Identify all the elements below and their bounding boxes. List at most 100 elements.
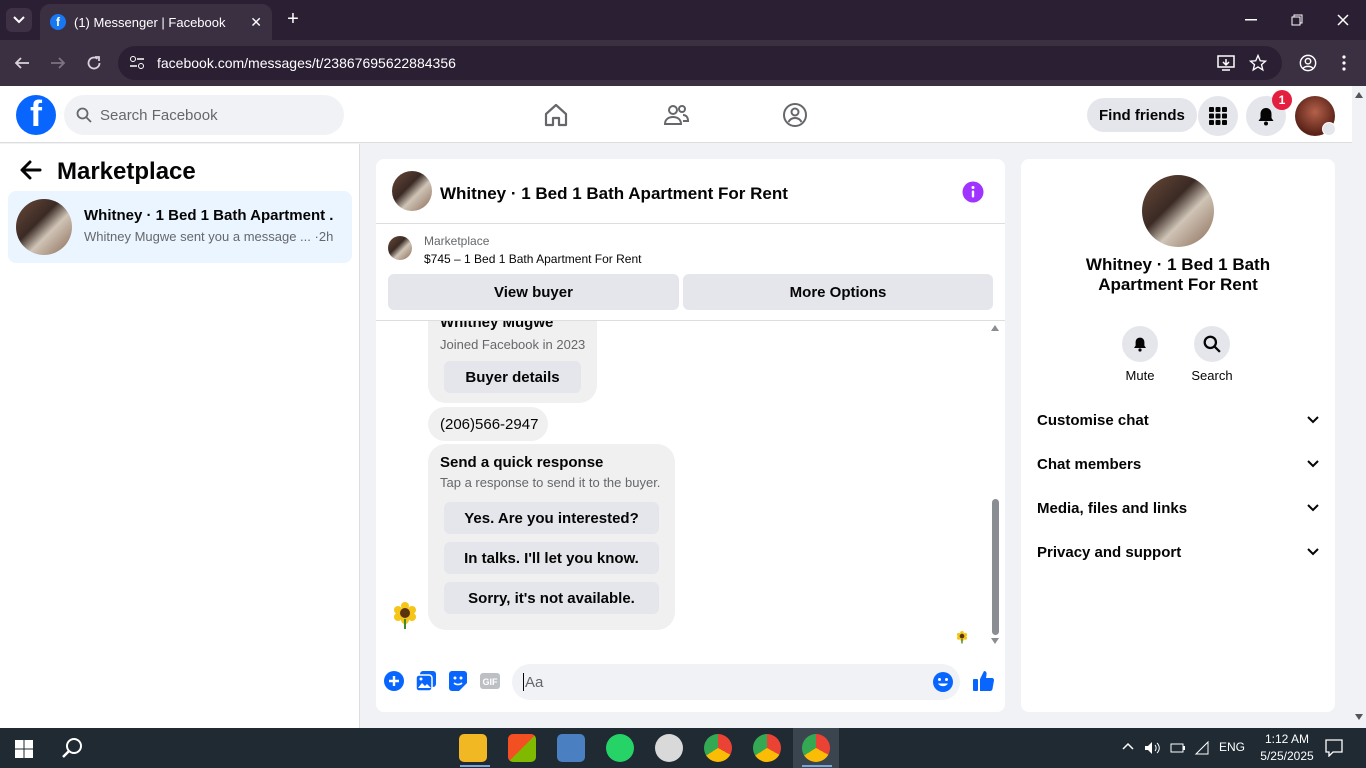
site-info-icon[interactable] (128, 54, 146, 72)
reload-icon (87, 56, 101, 70)
back-button[interactable] (12, 53, 32, 73)
search-label: Search (1191, 368, 1233, 383)
tab-search-dropdown[interactable] (6, 8, 32, 32)
battery-icon[interactable] (1170, 741, 1186, 755)
arrow-left-icon (14, 57, 29, 69)
account-dropdown[interactable] (1322, 122, 1336, 136)
clock-date[interactable]: 5/25/2025 (1256, 749, 1318, 763)
notification-center-icon[interactable] (1325, 739, 1343, 757)
search-icon[interactable] (61, 737, 83, 759)
restore-icon (1291, 14, 1303, 26)
whatsapp-icon[interactable] (606, 734, 634, 762)
app-icon[interactable] (557, 734, 585, 762)
close-window-button[interactable] (1320, 0, 1366, 40)
clock-time[interactable]: 1:12 AM (1256, 732, 1318, 746)
nav-home[interactable] (542, 101, 570, 129)
quick-response-card: Send a quick response Tap a response to … (428, 444, 675, 630)
forward-button[interactable] (48, 53, 68, 73)
wifi-icon[interactable] (1194, 740, 1210, 756)
install-app-button[interactable] (1216, 53, 1236, 73)
info-icon[interactable] (962, 181, 984, 203)
customise-chat-section[interactable]: Customise chat (1037, 405, 1319, 435)
photo-icon[interactable] (415, 670, 437, 692)
minimize-button[interactable] (1228, 0, 1274, 40)
facebook-logo-icon[interactable]: f (16, 95, 56, 135)
mute-button[interactable]: Mute (1110, 326, 1170, 383)
groups-icon (783, 103, 807, 127)
facebook-header: f Search Facebook Find friends (0, 86, 1352, 143)
message-input[interactable]: Aa (512, 664, 960, 700)
browser-tab[interactable]: f (1) Messenger | Facebook ✕ (40, 4, 272, 40)
volume-icon[interactable] (1144, 740, 1160, 756)
svg-text:GIF: GIF (483, 677, 499, 687)
browser-menu-button[interactable] (1334, 53, 1354, 73)
chevron-up-icon[interactable] (1122, 742, 1134, 750)
page-scrollbar[interactable] (1352, 86, 1366, 728)
media-files-links-section[interactable]: Media, files and links (1037, 493, 1319, 523)
bookmark-button[interactable] (1248, 53, 1268, 73)
scrollbar-thumb[interactable] (992, 499, 999, 635)
find-friends-button[interactable]: Find friends (1087, 98, 1197, 132)
scroll-up-icon[interactable] (991, 325, 999, 331)
tab-title: (1) Messenger | Facebook (74, 14, 226, 30)
search-in-chat-button[interactable]: Search (1182, 326, 1242, 383)
text-cursor (523, 673, 524, 691)
chat-info-name: Whitney · 1 Bed 1 Bath Apartment For Ren… (1085, 255, 1271, 294)
back-button[interactable] (20, 160, 42, 180)
listing-price[interactable]: $745 – 1 Bed 1 Bath Apartment For Rent (424, 252, 641, 266)
windows-start-icon[interactable] (15, 740, 33, 758)
restore-button[interactable] (1274, 0, 1320, 40)
menu-button[interactable] (1198, 96, 1238, 136)
quick-response-sorry[interactable]: Sorry, it's not available. (444, 582, 659, 614)
view-buyer-button[interactable]: View buyer (388, 274, 679, 310)
quick-response-yes[interactable]: Yes. Are you interested? (444, 502, 659, 534)
emoji-icon[interactable] (932, 671, 954, 693)
close-tab-icon[interactable]: ✕ (250, 14, 262, 31)
conversation-item[interactable]: Whitney · 1 Bed 1 Bath Apartment ... Whi… (8, 191, 352, 263)
chat-title[interactable]: Whitney · 1 Bed 1 Bath Apartment For Ren… (440, 184, 788, 204)
url-bar[interactable]: facebook.com/messages/t/2386769562288435… (118, 46, 1282, 80)
more-options-button[interactable]: More Options (683, 274, 993, 310)
privacy-support-section[interactable]: Privacy and support (1037, 537, 1319, 567)
chat-members-section[interactable]: Chat members (1037, 449, 1319, 479)
plus-icon[interactable] (383, 670, 405, 692)
quick-response-talks[interactable]: In talks. I'll let you know. (444, 542, 659, 574)
home-icon (544, 103, 568, 127)
chrome-icon[interactable] (753, 734, 781, 762)
nav-groups[interactable] (781, 101, 809, 129)
sticker-icon[interactable] (447, 670, 469, 692)
language-indicator[interactable]: ENG (1219, 740, 1245, 754)
message-list: Whitney Mugwe Joined Facebook in 2023 Bu… (376, 321, 1005, 651)
section-label: Privacy and support (1037, 543, 1182, 561)
scroll-down-icon[interactable] (1355, 714, 1363, 720)
buyer-details-button[interactable]: Buyer details (444, 361, 581, 393)
section-label: Chat members (1037, 455, 1142, 473)
thumbs-up-icon[interactable] (972, 669, 996, 693)
chevron-down-icon (1307, 504, 1319, 512)
profile-button[interactable] (1298, 53, 1318, 73)
chat-header: Whitney · 1 Bed 1 Bath Apartment For Ren… (376, 159, 1005, 224)
running-indicator (460, 765, 490, 767)
sunflower-avatar-icon (394, 602, 416, 629)
search-icon (76, 107, 92, 123)
chrome-icon[interactable] (802, 734, 830, 762)
search-input[interactable]: Search Facebook (64, 95, 344, 135)
browser-tab-bar: f (1) Messenger | Facebook ✕ + (0, 0, 1366, 40)
gif-icon[interactable]: GIF (479, 670, 501, 692)
chat-avatar[interactable] (392, 171, 432, 211)
new-tab-button[interactable]: + (282, 8, 304, 30)
reload-button[interactable] (84, 53, 104, 73)
listing-thumbnail (16, 199, 72, 255)
app-icon[interactable] (655, 734, 683, 762)
search-icon (1203, 335, 1221, 353)
store-icon[interactable] (508, 734, 536, 762)
conversation-list-panel: Marketplace Whitney · 1 Bed 1 Bath Apart… (0, 144, 360, 728)
chrome-icon[interactable] (704, 734, 732, 762)
install-icon (1217, 55, 1235, 71)
arrow-right-icon (51, 57, 66, 69)
scroll-down-icon[interactable] (991, 638, 999, 644)
scroll-up-icon[interactable] (1355, 92, 1363, 98)
file-explorer-icon[interactable] (459, 734, 487, 762)
nav-friends[interactable] (662, 101, 690, 129)
message-composer: GIF Aa (376, 659, 1005, 709)
